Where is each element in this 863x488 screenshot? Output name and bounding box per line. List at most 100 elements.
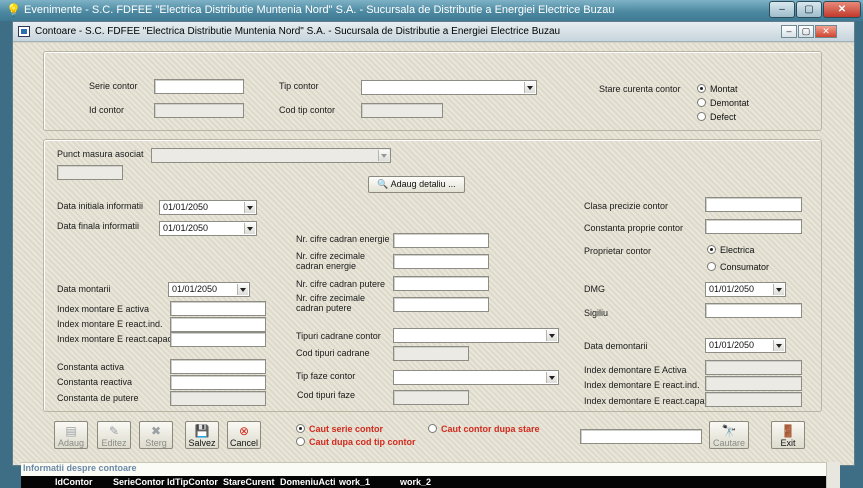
tip-contor-label: Tip contor xyxy=(279,81,319,91)
id-contor-input[interactable] xyxy=(154,103,244,118)
index-demontare-react-capacit-input[interactable] xyxy=(705,392,802,407)
editez-label: Editez xyxy=(101,438,127,448)
proprietar-electrica-radio[interactable] xyxy=(707,245,716,254)
tipuri-cadrane-select[interactable] xyxy=(393,328,559,343)
caut-stare-radio[interactable] xyxy=(428,424,437,433)
nr-zecimale-energie-input[interactable] xyxy=(393,254,489,269)
adaug-detaliu-button[interactable]: 🔍 Adaug detaliu ... xyxy=(368,176,465,193)
cancel-label: Cancel xyxy=(229,438,258,448)
proprietar-consumator-radio[interactable] xyxy=(707,262,716,271)
nr-cifre-energie-input[interactable] xyxy=(393,233,489,248)
inner-window-title: Contoare - S.C. FDFEE "Electrica Distrib… xyxy=(35,26,561,37)
edit-icon: ✎ xyxy=(108,424,120,438)
stare-defect-radio[interactable] xyxy=(697,112,706,121)
inner-minimize-button[interactable]: – xyxy=(781,25,797,38)
caut-serie-radio[interactable] xyxy=(296,424,305,433)
cod-tipuri-cadrane-input[interactable] xyxy=(393,346,469,361)
tipuri-cadrane-label: Tipuri cadrane contor xyxy=(296,331,381,341)
nr-cifre-energie-label: Nr. cifre cadran energie xyxy=(296,234,390,244)
caut-cod-tip-radio[interactable] xyxy=(296,437,305,446)
nr-zecimale-putere-input[interactable] xyxy=(393,297,489,312)
chevron-down-icon xyxy=(773,284,784,295)
index-demontare-activa-label: Index demontare E Activa xyxy=(584,365,687,375)
tip-faze-select[interactable] xyxy=(393,370,559,385)
clasa-precizie-input[interactable] xyxy=(705,197,802,212)
data-demontarii-picker[interactable]: 01/01/2050 xyxy=(705,338,786,353)
constanta-proprie-input[interactable] xyxy=(705,219,802,234)
dmg-label: DMG xyxy=(584,284,605,294)
dmg-picker[interactable]: 01/01/2050 xyxy=(705,282,786,297)
serie-contor-input[interactable] xyxy=(154,79,244,94)
stare-demontat-radio[interactable] xyxy=(697,98,706,107)
data-montarii-picker[interactable]: 01/01/2050 xyxy=(168,282,250,297)
constanta-putere-label: Constanta de putere xyxy=(57,393,139,403)
cancel-icon: ⊗ xyxy=(238,424,250,438)
cod-tip-contor-label: Cod tip contor xyxy=(279,105,336,115)
cautare-label: Cautare xyxy=(712,438,746,448)
detail-icon: 🔍 xyxy=(377,179,389,189)
sigiliu-input[interactable] xyxy=(705,303,802,318)
data-finala-picker[interactable]: 01/01/2050 xyxy=(159,221,257,236)
inner-close-button[interactable]: ✕ xyxy=(815,25,837,38)
info-title: Informatii despre contoare xyxy=(23,463,137,473)
sterg-button[interactable]: ✖ Sterg xyxy=(139,421,173,449)
constanta-proprie-label: Constanta proprie contor xyxy=(584,223,684,233)
cancel-button[interactable]: ⊗ Cancel xyxy=(227,421,261,449)
cautare-button[interactable]: 🔭 Cautare xyxy=(709,421,749,449)
restore-button[interactable]: ▢ xyxy=(796,1,822,18)
close-button[interactable]: ✕ xyxy=(823,1,861,18)
sterg-label: Sterg xyxy=(145,438,167,448)
col-idtipcontor[interactable]: IdTipContor xyxy=(167,477,218,487)
cod-tip-contor-input[interactable] xyxy=(361,103,443,118)
index-activa-input[interactable] xyxy=(170,301,266,316)
constanta-putere-input[interactable] xyxy=(170,391,266,406)
salvez-label: Salvez xyxy=(188,438,216,448)
data-initiala-picker[interactable]: 01/01/2050 xyxy=(159,200,257,215)
chevron-down-icon xyxy=(244,223,255,234)
punct-masura-select[interactable] xyxy=(151,148,391,163)
index-demontare-react-ind-input[interactable] xyxy=(705,376,802,391)
proprietar-consumator-label: Consumator xyxy=(720,262,770,272)
chevron-down-icon xyxy=(546,330,557,341)
chevron-down-icon xyxy=(237,284,248,295)
col-work-1[interactable]: work_1 xyxy=(339,477,370,487)
tip-contor-select[interactable] xyxy=(361,80,537,95)
delete-icon: ✖ xyxy=(150,424,162,438)
grid-header: IdContor SerieContor IdTipContor StareCu… xyxy=(21,476,826,488)
outer-window-title: Evenimente - S.C. FDFEE "Electrica Distr… xyxy=(24,4,615,16)
search-input[interactable] xyxy=(580,429,702,444)
nr-cifre-putere-label: Nr. cifre cadran putere xyxy=(296,279,386,289)
adaug-button[interactable]: ▤ Adaug xyxy=(54,421,88,449)
salvez-button[interactable]: 💾 Salvez xyxy=(185,421,219,449)
punct-masura-code[interactable] xyxy=(57,165,123,180)
nr-cifre-putere-input[interactable] xyxy=(393,276,489,291)
stare-montat-label: Montat xyxy=(710,84,738,94)
col-idcontor[interactable]: IdContor xyxy=(55,477,93,487)
data-finala-value: 01/01/2050 xyxy=(163,223,209,233)
index-demontare-activa-input[interactable] xyxy=(705,360,802,375)
caut-serie-label: Caut serie contor xyxy=(309,424,384,434)
inner-restore-button[interactable]: ▢ xyxy=(798,25,814,38)
col-work-2[interactable]: work_2 xyxy=(400,477,431,487)
adaug-detaliu-label: Adaug detaliu ... xyxy=(390,179,456,189)
editez-button[interactable]: ✎ Editez xyxy=(97,421,131,449)
col-seriecontor[interactable]: SerieContor xyxy=(113,477,165,487)
nr-zecimale-energie-label-2: cadran energie xyxy=(296,261,357,271)
constanta-activa-input[interactable] xyxy=(170,359,266,374)
proprietar-electrica-label: Electrica xyxy=(720,245,755,255)
index-react-capacit-input[interactable] xyxy=(170,332,266,347)
exit-button[interactable]: 🚪 Exit xyxy=(771,421,805,449)
cod-tipuri-faze-input[interactable] xyxy=(393,390,469,405)
form-icon xyxy=(18,26,30,37)
minimize-button[interactable]: – xyxy=(769,1,795,18)
index-react-ind-input[interactable] xyxy=(170,317,266,332)
index-demontare-react-capacit-label: Index demontare E react.capacit xyxy=(584,396,714,406)
data-montarii-value: 01/01/2050 xyxy=(172,284,218,294)
col-domeniuacti[interactable]: DomeniuActi xyxy=(280,477,336,487)
id-contor-label: Id contor xyxy=(89,105,125,115)
punct-masura-label: Punct masura asociat xyxy=(57,149,144,159)
nr-zecimale-energie-label-1: Nr. cifre zecimale xyxy=(296,251,366,261)
col-starecurent[interactable]: StareCurent xyxy=(223,477,275,487)
constanta-reactiva-input[interactable] xyxy=(170,375,266,390)
stare-montat-radio[interactable] xyxy=(697,84,706,93)
